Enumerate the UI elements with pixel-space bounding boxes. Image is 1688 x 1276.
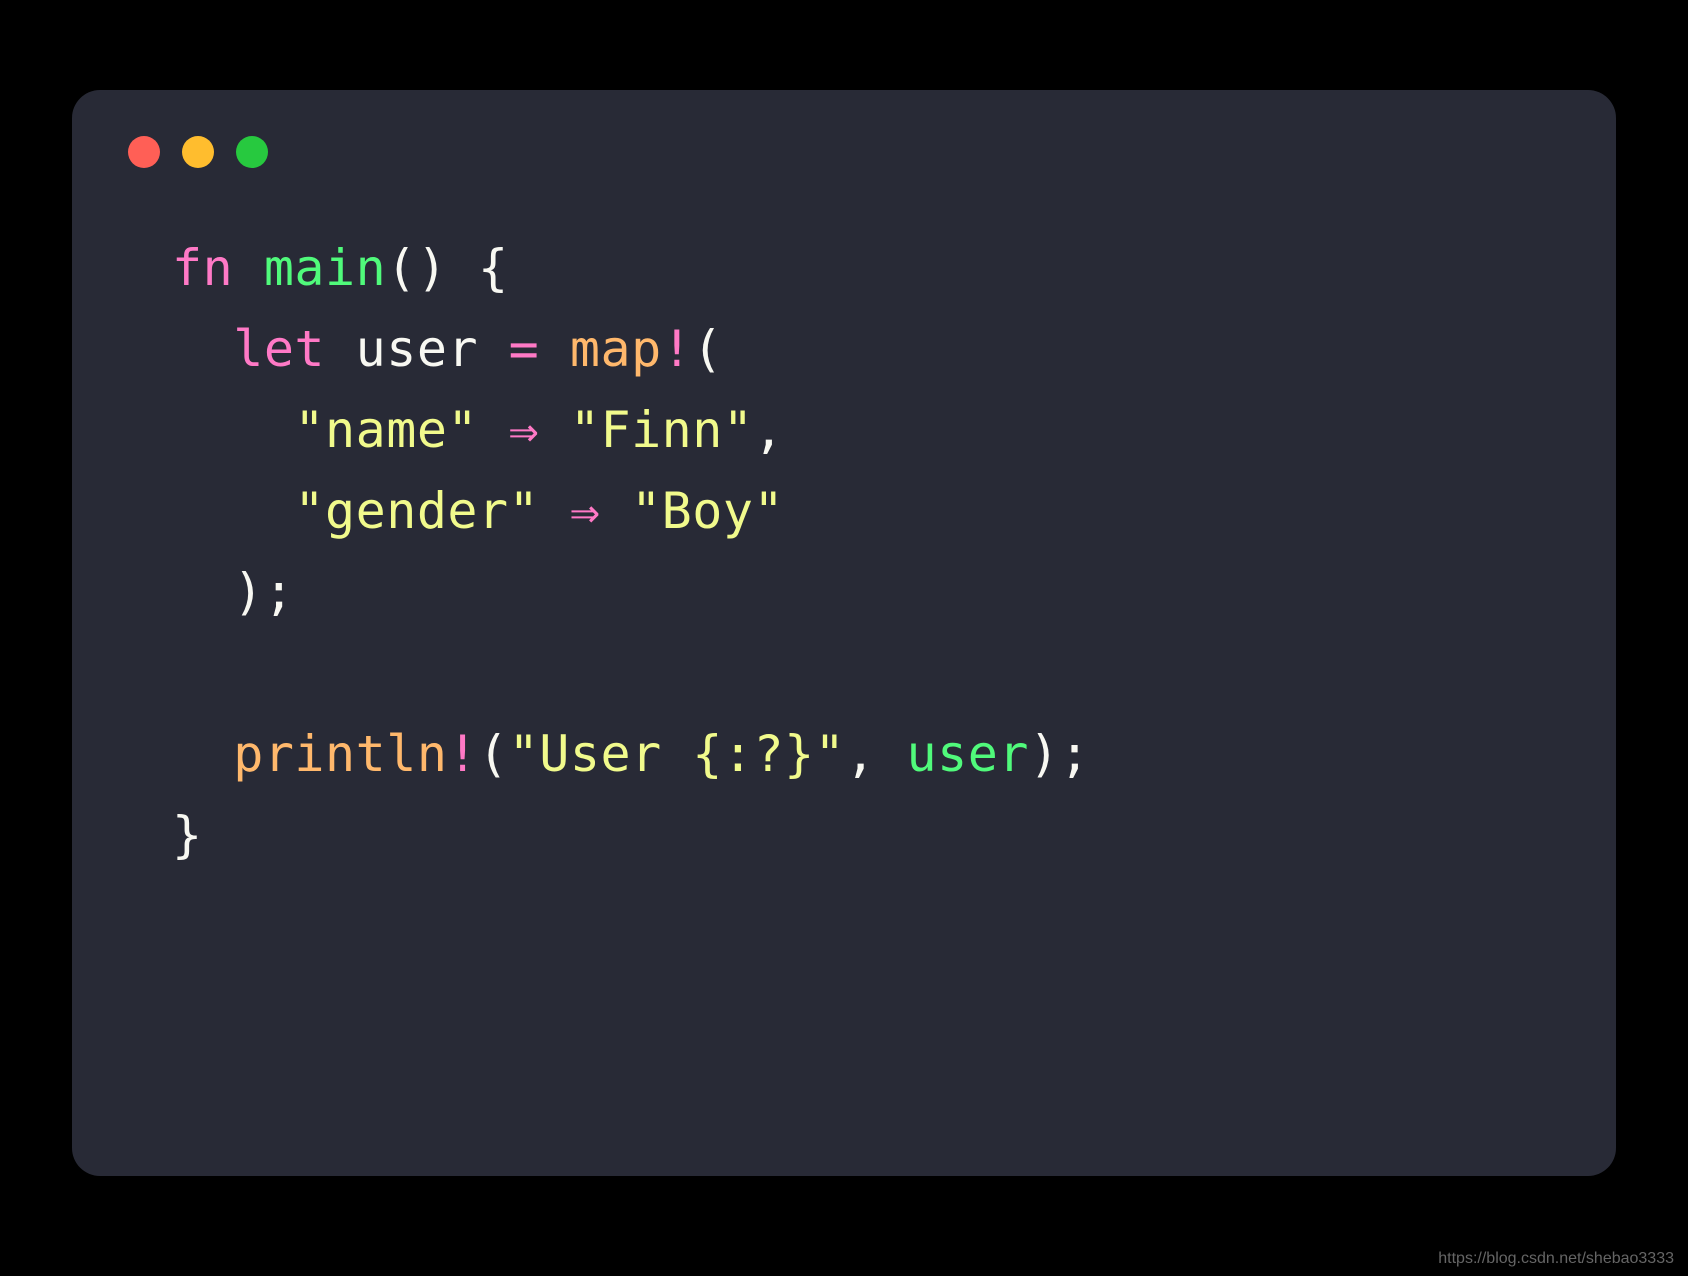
code-token-punct bbox=[478, 320, 509, 378]
code-token-punct bbox=[172, 320, 233, 378]
code-token-punct bbox=[172, 725, 233, 783]
code-token-punct: } bbox=[172, 806, 203, 864]
code-token-punct: , bbox=[845, 725, 906, 783]
traffic-lights bbox=[128, 136, 1566, 168]
code-token-bang: ! bbox=[662, 320, 693, 378]
code-token-keyword: fn bbox=[172, 239, 233, 297]
code-token-var: user bbox=[356, 320, 478, 378]
code-token-punct bbox=[539, 482, 570, 540]
code-token-punct: , bbox=[754, 401, 785, 459]
code-token-punct bbox=[233, 239, 264, 297]
code-token-ident: user bbox=[907, 725, 1029, 783]
code-token-op: ⇒ bbox=[570, 482, 601, 540]
code-token-string: "User {:?}" bbox=[509, 725, 846, 783]
code-token-punct: ( bbox=[478, 725, 509, 783]
code-token-punct: () { bbox=[386, 239, 508, 297]
code-token-punct bbox=[172, 482, 294, 540]
code-token-punct bbox=[539, 320, 570, 378]
code-token-macro: map bbox=[570, 320, 662, 378]
code-token-punct bbox=[478, 401, 509, 459]
code-block: fn main() { let user = map!( "name" ⇒ "F… bbox=[172, 228, 1566, 876]
code-token-op: ⇒ bbox=[509, 401, 540, 459]
code-token-punct bbox=[539, 401, 570, 459]
code-token-punct: ); bbox=[172, 563, 294, 621]
code-token-punct: ); bbox=[1029, 725, 1090, 783]
code-token-fn: main bbox=[264, 239, 386, 297]
zoom-icon bbox=[236, 136, 268, 168]
code-token-punct bbox=[325, 320, 356, 378]
code-token-op: = bbox=[509, 320, 540, 378]
code-token-keyword: let bbox=[233, 320, 325, 378]
code-token-bang: ! bbox=[447, 725, 478, 783]
code-token-punct bbox=[600, 482, 631, 540]
code-token-punct: ( bbox=[692, 320, 723, 378]
code-token-string: "gender" bbox=[294, 482, 539, 540]
code-token-macro: println bbox=[233, 725, 447, 783]
code-token-string: "name" bbox=[294, 401, 478, 459]
code-token-punct bbox=[172, 401, 294, 459]
watermark-text: https://blog.csdn.net/shebao3333 bbox=[1438, 1250, 1674, 1268]
close-icon bbox=[128, 136, 160, 168]
code-token-string: "Finn" bbox=[570, 401, 754, 459]
minimize-icon bbox=[182, 136, 214, 168]
code-token-string: "Boy" bbox=[631, 482, 784, 540]
code-window: fn main() { let user = map!( "name" ⇒ "F… bbox=[72, 90, 1616, 1176]
